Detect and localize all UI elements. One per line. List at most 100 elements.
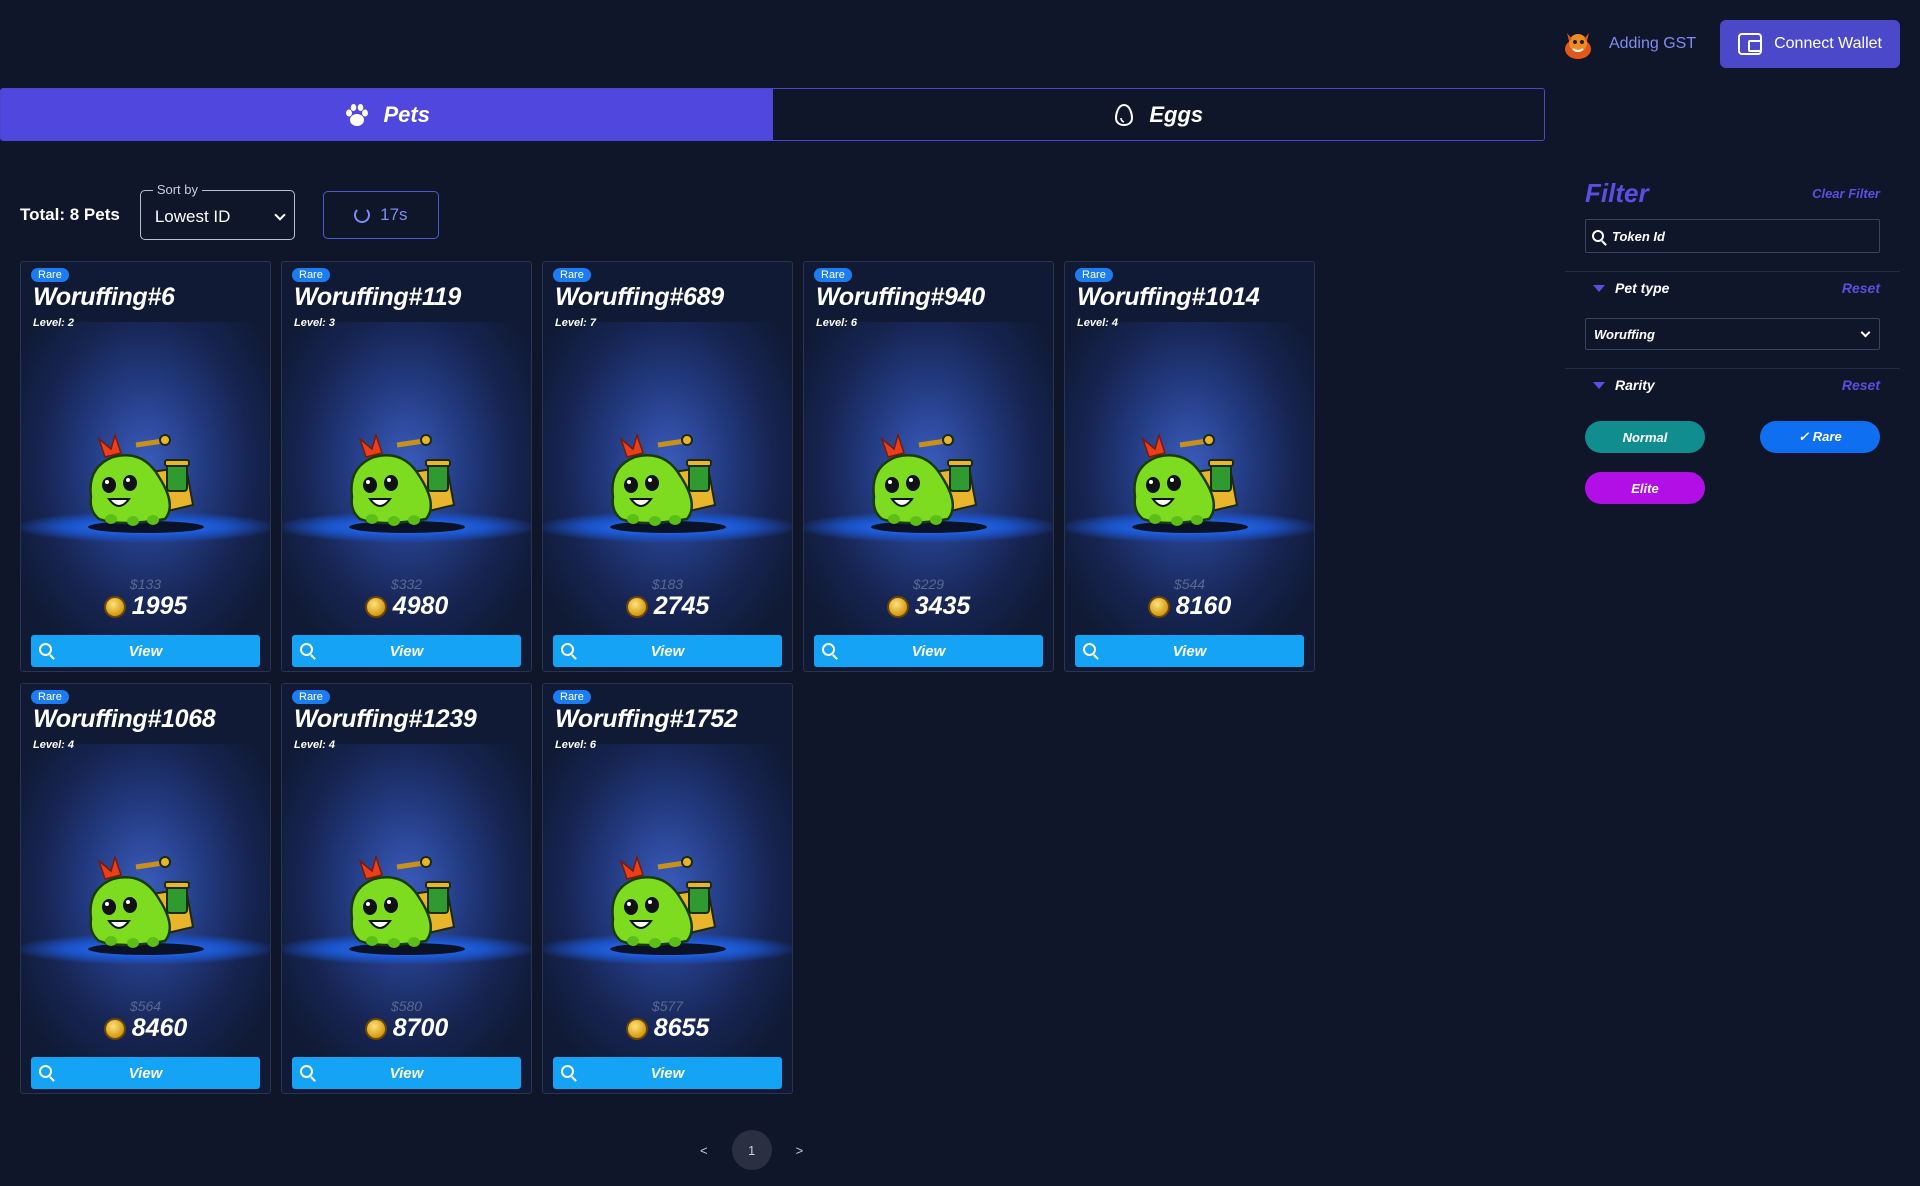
gst-logo-icon [1564, 33, 1591, 59]
pet-token-price: 3435 [804, 592, 1053, 621]
sort-label: Sort by [152, 182, 203, 197]
pet-name: Woruffing#1239 [294, 705, 477, 733]
pet-type-section: Pet type Reset Woruffing [1565, 271, 1900, 350]
pet-card[interactable]: Rare Woruffing#1068 Level: 4 $564 8460 V… [20, 683, 271, 1094]
pet-name: Woruffing#1752 [555, 705, 738, 733]
pet-card[interactable]: Rare Woruffing#1752 Level: 6 $577 8655 V… [542, 683, 793, 1094]
pets-eggs-tabs: Pets Eggs [0, 88, 1545, 141]
pet-card[interactable]: Rare Woruffing#1014 Level: 4 $544 8160 V… [1064, 261, 1315, 672]
pet-usd-price: $577 [651, 998, 684, 1014]
token-id-placeholder: Token Id [1612, 228, 1665, 244]
woruffing-pet-image [88, 854, 204, 955]
pet-card[interactable]: Rare Woruffing#119 Level: 3 $332 4980 Vi… [281, 261, 532, 672]
filter-panel: Filter Clear Filter Token Id Pet type Re… [1565, 178, 1900, 504]
pet-card[interactable]: Rare Woruffing#1239 Level: 4 $580 8700 V… [281, 683, 532, 1094]
woruffing-pet-image [610, 854, 726, 955]
gst-status[interactable]: Adding GST [1559, 25, 1696, 63]
view-label: View [128, 1064, 163, 1082]
refresh-icon [354, 207, 371, 223]
pet-level: Level: 7 [555, 317, 596, 329]
tab-pets-label: Pets [383, 101, 430, 127]
view-label: View [128, 642, 163, 660]
pet-usd-price: $544 [1173, 576, 1206, 592]
woruffing-pet-image [349, 854, 465, 955]
view-button[interactable]: View [31, 635, 260, 667]
chevron-down-icon [1860, 327, 1871, 337]
pet-token-price: 8700 [282, 1014, 531, 1043]
price-value: 8460 [131, 1014, 188, 1042]
search-icon [1083, 643, 1096, 656]
list-controls: Total: 8 Pets Sort by Lowest ID 17s [20, 182, 439, 240]
connect-wallet-button[interactable]: Connect Wallet [1720, 20, 1900, 68]
coin-icon [886, 595, 909, 618]
rarity-rare-chip[interactable]: ✓ Rare [1760, 421, 1880, 453]
pet-token-price: 8460 [21, 1014, 270, 1043]
page-number-button[interactable]: 1 [731, 1130, 772, 1170]
tab-eggs-label: Eggs [1149, 101, 1204, 127]
pet-name: Woruffing#1014 [1077, 283, 1260, 311]
tab-eggs[interactable]: Eggs [772, 89, 1544, 140]
pet-grid: Rare Woruffing#6 Level: 2 $133 1995 View… [20, 261, 1315, 1094]
rarity-badge: Rare [1075, 268, 1113, 282]
price-value: 8160 [1175, 592, 1232, 620]
pet-type-reset-button[interactable]: Reset [1842, 280, 1880, 296]
collapse-triangle-icon [1593, 381, 1605, 389]
refresh-countdown: 17s [380, 205, 408, 224]
pet-name: Woruffing#940 [816, 283, 985, 311]
coin-icon [103, 1017, 126, 1040]
prev-page-button[interactable]: < [700, 1143, 708, 1158]
pet-usd-price: $564 [129, 998, 162, 1014]
view-button[interactable]: View [1075, 635, 1304, 667]
woruffing-pet-image [871, 432, 987, 533]
rarity-badge: Rare [292, 690, 330, 704]
pet-card[interactable]: Rare Woruffing#689 Level: 7 $183 2745 Vi… [542, 261, 793, 672]
sort-select[interactable]: Sort by Lowest ID [139, 182, 295, 240]
view-button[interactable]: View [553, 635, 782, 667]
rarity-toggle[interactable]: Rarity [1593, 377, 1655, 393]
pet-type-select[interactable]: Woruffing [1585, 318, 1880, 350]
pet-usd-price: $580 [390, 998, 423, 1014]
pet-card[interactable]: Rare Woruffing#6 Level: 2 $133 1995 View [20, 261, 271, 672]
price-value: 3435 [914, 592, 971, 620]
pet-usd-price: $183 [651, 576, 684, 592]
woruffing-pet-image [349, 432, 465, 533]
pet-type-label: Pet type [1615, 280, 1670, 296]
view-button[interactable]: View [553, 1057, 782, 1089]
pet-card[interactable]: Rare Woruffing#940 Level: 6 $229 3435 Vi… [803, 261, 1054, 672]
view-button[interactable]: View [292, 635, 521, 667]
rarity-reset-button[interactable]: Reset [1842, 377, 1880, 393]
price-value: 1995 [131, 592, 188, 620]
view-label: View [389, 1064, 424, 1082]
view-button[interactable]: View [31, 1057, 260, 1089]
connect-wallet-label: Connect Wallet [1774, 35, 1882, 52]
pet-type-value: Woruffing [1594, 326, 1655, 342]
egg-icon [1115, 103, 1134, 126]
pet-level: Level: 4 [1077, 317, 1118, 329]
coin-icon [1147, 595, 1170, 618]
rarity-elite-chip[interactable]: Elite [1585, 472, 1705, 504]
rarity-options: Normal ✓ Rare Elite [1585, 421, 1880, 504]
price-value: 8655 [653, 1014, 710, 1042]
rarity-normal-chip[interactable]: Normal [1585, 421, 1705, 453]
view-button[interactable]: View [292, 1057, 521, 1089]
pet-level: Level: 2 [33, 317, 74, 329]
pet-usd-price: $229 [912, 576, 945, 592]
view-label: View [389, 642, 424, 660]
rarity-label: Rarity [1615, 377, 1655, 393]
pet-name: Woruffing#119 [294, 283, 461, 311]
view-button[interactable]: View [814, 635, 1043, 667]
coin-icon [364, 595, 387, 618]
tab-pets[interactable]: Pets [1, 89, 773, 140]
token-id-input[interactable]: Token Id [1585, 219, 1880, 253]
rarity-badge: Rare [553, 690, 591, 704]
gst-label: Adding GST [1608, 35, 1697, 52]
pet-token-price: 4980 [282, 592, 531, 621]
view-label: View [650, 642, 685, 660]
pet-type-toggle[interactable]: Pet type [1593, 280, 1669, 296]
clear-filter-button[interactable]: Clear Filter [1812, 186, 1880, 201]
next-page-button[interactable]: > [796, 1143, 804, 1158]
woruffing-pet-image [1132, 432, 1248, 533]
price-value: 4980 [392, 592, 449, 620]
refresh-button[interactable]: 17s [322, 191, 439, 239]
pet-token-price: 2745 [543, 592, 792, 621]
